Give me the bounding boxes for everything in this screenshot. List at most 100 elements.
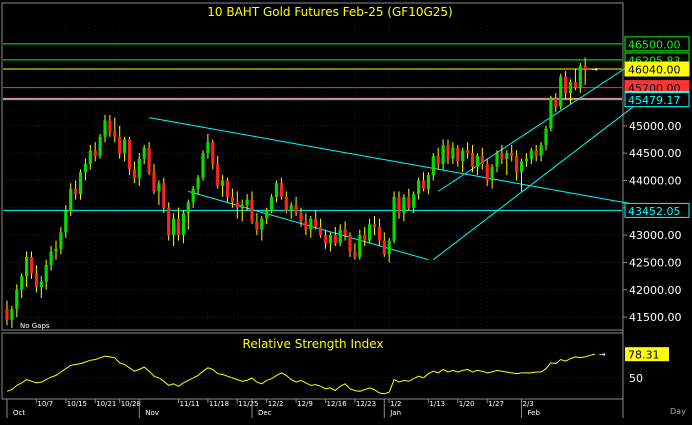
candle-body (490, 166, 494, 181)
rsi-last-label: 78.31 (628, 349, 660, 362)
candle-body (559, 76, 563, 107)
candle-body (5, 308, 9, 320)
candle-body (333, 235, 337, 244)
candle-body (201, 153, 205, 178)
candle-body (412, 194, 416, 208)
candle-body (554, 98, 558, 107)
candle-body (98, 136, 102, 156)
candle-body (225, 180, 230, 197)
candle-body (265, 210, 269, 219)
candle-body (279, 183, 283, 197)
candle-body (93, 150, 97, 156)
candle-body (245, 199, 249, 206)
candle-body (338, 229, 342, 244)
candle-body (392, 196, 396, 241)
candle-body (137, 158, 141, 178)
rsi-tick-label: 50 (629, 372, 643, 385)
candle-body (568, 82, 573, 94)
candle-body (368, 224, 372, 241)
date-tick-label: 12/9 (297, 400, 313, 408)
candle-body (74, 188, 78, 195)
rsi-last-arrow: → (599, 350, 606, 359)
candle-body (118, 136, 122, 154)
candle-body (417, 180, 421, 195)
candle-body (515, 155, 519, 173)
candle-body (255, 221, 259, 230)
candle-body (10, 308, 14, 320)
candle-body (240, 205, 244, 208)
candle-body (304, 221, 308, 230)
candle-body (59, 232, 63, 249)
price-tick-label: 44000.00 (629, 174, 682, 187)
price-tick-label: 45000.00 (629, 120, 682, 133)
date-tick-label: 1/13 (429, 400, 445, 408)
candle-body (25, 256, 29, 277)
candle-body (309, 218, 313, 230)
date-tick-label: 10/15 (67, 400, 87, 408)
month-label: Nov (145, 409, 159, 417)
candle-body (162, 183, 166, 208)
rsi-day-label: Day (670, 407, 686, 416)
candle-body (500, 153, 504, 159)
chart-window: → 41500.0042000.0042500.0043000.0043500.… (0, 0, 692, 420)
candle-body (113, 131, 117, 137)
price-tick-label: 42000.00 (629, 284, 682, 297)
candle-body (64, 210, 68, 233)
candle-body (230, 196, 234, 203)
candle-body (221, 180, 225, 186)
candle-body (397, 196, 401, 214)
candle-body (363, 235, 367, 241)
candle-body (152, 172, 156, 192)
candle-body (88, 150, 92, 165)
candle-body (534, 150, 538, 156)
candle-body (123, 139, 127, 154)
candle-body (78, 172, 83, 195)
candle-body (216, 164, 220, 186)
month-label: Jan (389, 409, 401, 417)
candle-body (54, 248, 58, 252)
candle-body (314, 218, 318, 227)
candle-body (485, 164, 489, 181)
date-tick-label: 12/16 (327, 400, 348, 408)
candle-body (475, 155, 479, 167)
level-label: 43452.05 (628, 205, 681, 218)
candle-body (446, 144, 450, 159)
price-tick-label: 43000.00 (629, 229, 682, 242)
candle-body (372, 224, 377, 227)
date-tick-label: 12/23 (356, 400, 376, 408)
candle-body (524, 158, 528, 162)
candle-body (15, 289, 19, 309)
date-tick-label: 11/18 (209, 400, 229, 408)
date-tick-label: 10/21 (96, 400, 116, 408)
candle-body (299, 213, 303, 222)
chart-svg: → 41500.0042000.0042500.0043000.0043500.… (0, 0, 692, 420)
candle-body (127, 139, 132, 170)
level-label: 45479.17 (628, 94, 681, 107)
candle-body (456, 147, 460, 162)
price-tick-label: 41500.00 (629, 311, 682, 324)
chart-title: 10 BAHT Gold Futures Feb-25 (GF10G25) (207, 5, 452, 19)
candle-body (20, 276, 24, 290)
candle-body (495, 153, 499, 167)
candle-body (529, 150, 533, 159)
candle-body (172, 218, 176, 236)
price-tick-label: 44500.00 (629, 147, 682, 160)
rsi-title: Relative Strength Index (243, 337, 384, 351)
month-label: Oct (13, 409, 25, 417)
candle-body (549, 98, 553, 129)
price-tick-label: 42500.00 (629, 256, 682, 269)
candle-body (39, 281, 43, 288)
candle-body (284, 196, 288, 211)
candle-body (544, 128, 548, 145)
candle-body (289, 205, 293, 211)
candle-body (348, 235, 352, 252)
candle-body (328, 235, 332, 244)
candle-body (196, 177, 200, 189)
candle-body (108, 120, 112, 132)
candle-body (343, 229, 347, 236)
candle-body (358, 235, 362, 257)
candle-body (407, 196, 411, 208)
candle-body (103, 120, 107, 137)
month-label: Dec (258, 409, 272, 417)
candle-body (270, 196, 274, 211)
